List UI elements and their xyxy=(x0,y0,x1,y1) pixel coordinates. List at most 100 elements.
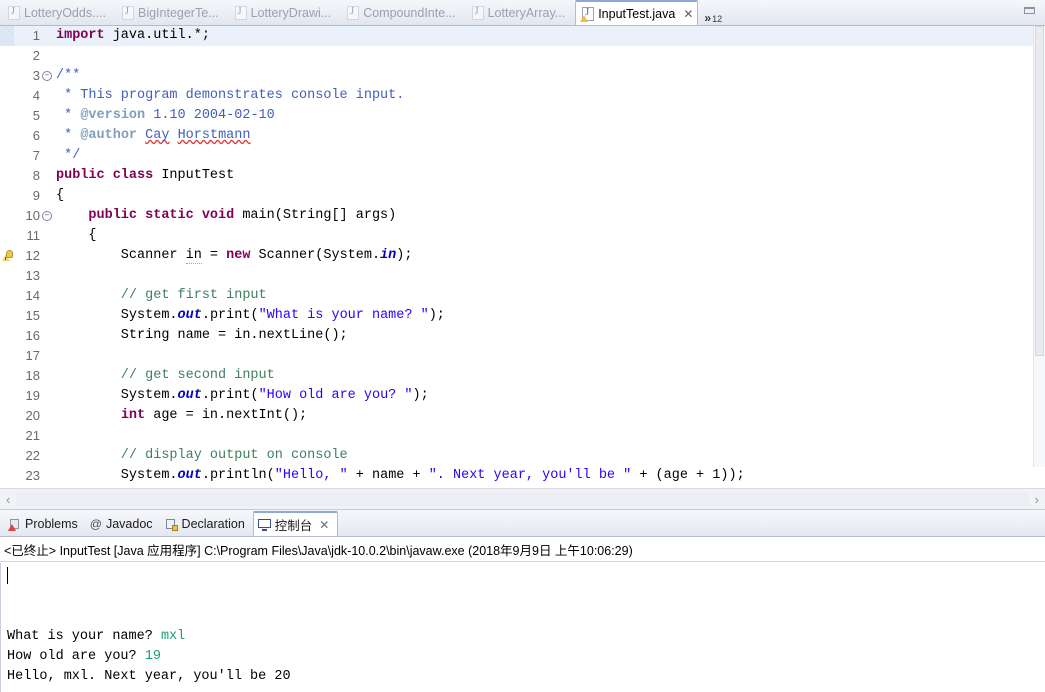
code-line[interactable]: 21 xyxy=(0,426,1033,446)
bottom-panel: Problems @ Javadoc Declaration 控制台 ✕ <已终… xyxy=(0,511,1045,692)
java-file-icon xyxy=(234,6,247,20)
fold-collapse-icon[interactable] xyxy=(42,211,52,221)
code-line[interactable]: 4 * This program demonstrates console in… xyxy=(0,86,1033,106)
console-prompt-text: Hello, mxl. Next year, you'll be 20 xyxy=(7,669,291,684)
code-token: out xyxy=(177,388,202,403)
code-token: = xyxy=(201,248,227,263)
editor-tab-label: LotteryDrawi... xyxy=(250,6,332,20)
code-editor[interactable]: 1import java.util.*;23/**4 * This progra… xyxy=(0,26,1045,488)
code-token: // get second input xyxy=(56,368,275,383)
java-file-icon xyxy=(471,6,484,20)
code-line[interactable]: 15 System.out.print("What is your name? … xyxy=(0,306,1033,326)
code-token: + (age + xyxy=(631,468,713,483)
code-line[interactable]: 7 */ xyxy=(0,146,1033,166)
code-line[interactable]: 16 String name = in.nextLine(); xyxy=(0,326,1033,346)
code-lines[interactable]: 1import java.util.*;23/**4 * This progra… xyxy=(0,26,1033,488)
code-line[interactable]: 18 // get second input xyxy=(0,366,1033,386)
line-number: 9 xyxy=(32,188,40,203)
line-number: 5 xyxy=(32,108,40,123)
java-file-icon xyxy=(121,6,134,20)
console-line: Hello, mxl. Next year, you'll be 20 xyxy=(7,667,1045,687)
code-token: age = in.nextInt(); xyxy=(145,408,308,423)
code-line[interactable]: 5 * @version 1.10 2004-02-10 xyxy=(0,106,1033,126)
code-line[interactable]: 1 import java.util.*; xyxy=(0,26,1033,46)
line-number: 6 xyxy=(32,128,40,143)
code-line[interactable]: 14 // get first input xyxy=(0,286,1033,306)
scrollbar-track[interactable] xyxy=(16,492,1029,506)
tab-overflow-count: 12 xyxy=(712,14,723,24)
bottom-tab-label: Problems xyxy=(25,517,78,531)
code-token: /** xyxy=(56,68,81,83)
scroll-left-icon[interactable]: ‹ xyxy=(6,492,10,507)
editor-vertical-scrollbar[interactable] xyxy=(1033,26,1045,467)
editor-horizontal-scrollbar[interactable]: ‹ › xyxy=(0,488,1045,509)
code-line[interactable]: 2 xyxy=(0,46,1033,66)
console-launch-info: <已终止> InputTest [Java 应用程序] C:\Program F… xyxy=(0,537,1045,562)
console-user-input: mxl xyxy=(160,629,186,644)
code-line[interactable]: 17 xyxy=(0,346,1033,366)
code-line[interactable]: 12 Scanner in = new Scanner(System.in); xyxy=(0,246,1033,266)
declaration-icon xyxy=(165,518,178,531)
code-token: // display output on console xyxy=(56,448,348,463)
code-token: System. xyxy=(56,308,178,323)
code-token: Cay xyxy=(145,128,170,143)
tab-javadoc[interactable]: @ Javadoc xyxy=(86,512,161,536)
editor-tab-lotterydrawing[interactable]: LotteryDrawi... xyxy=(229,1,342,25)
editor-tab-bigintegertest[interactable]: BigIntegerTe... xyxy=(116,1,229,25)
console-icon xyxy=(257,518,271,531)
code-line[interactable]: 13 xyxy=(0,266,1033,286)
code-token: "Hello, " xyxy=(274,468,348,483)
line-number: 19 xyxy=(25,388,40,403)
line-number: 10 xyxy=(25,208,40,223)
editor-tab-label: BigIntegerTe... xyxy=(137,6,219,20)
editor-tab-lotteryarray[interactable]: LotteryArray... xyxy=(466,1,576,25)
code-line[interactable]: 6 * @author Cay Horstmann xyxy=(0,126,1033,146)
tab-overflow-indicator[interactable]: » 12 xyxy=(704,9,722,24)
code-line[interactable]: 19 System.out.print("How old are you? ")… xyxy=(0,386,1033,406)
code-line[interactable]: 8 public class InputTest xyxy=(0,166,1033,186)
minimize-icon[interactable] xyxy=(1022,5,1037,16)
code-token: main(String[] args) xyxy=(234,208,397,223)
text-caret xyxy=(7,567,8,584)
close-icon[interactable]: ✕ xyxy=(319,518,329,532)
line-number: 3 xyxy=(32,68,40,83)
editor-area: 1import java.util.*;23/**4 * This progra… xyxy=(0,26,1045,510)
code-line[interactable]: 3 /** xyxy=(0,66,1033,86)
line-number: 23 xyxy=(25,468,40,483)
chevron-double-right-icon: » xyxy=(704,11,712,25)
editor-tab-inputtest[interactable]: InputTest.java ✕ xyxy=(575,0,699,25)
code-token: Scanner(System. xyxy=(250,248,381,263)
code-line[interactable]: 11 { xyxy=(0,226,1033,246)
tab-declaration[interactable]: Declaration xyxy=(161,512,253,536)
code-token: { xyxy=(56,188,65,203)
java-file-warning-icon xyxy=(580,6,595,22)
bottom-tab-strip: Problems @ Javadoc Declaration 控制台 ✕ xyxy=(0,511,1045,537)
code-token: .print( xyxy=(201,388,259,403)
java-file-icon xyxy=(8,6,20,20)
line-number: 14 xyxy=(25,288,40,303)
code-line[interactable]: 22 // display output on console xyxy=(0,446,1033,466)
line-number: 15 xyxy=(25,308,40,323)
line-number: 1 xyxy=(32,28,40,43)
tab-console[interactable]: 控制台 ✕ xyxy=(252,511,339,536)
console-output[interactable]: What is your name? mxl How old are you? 1… xyxy=(0,563,1045,692)
java-file-icon xyxy=(347,6,360,20)
scroll-right-icon[interactable]: › xyxy=(1035,492,1039,507)
code-token: public static void xyxy=(88,208,235,223)
code-line[interactable]: 10 public static void main(String[] args… xyxy=(0,206,1033,226)
editor-tab-compoundinterest[interactable]: CompoundInte... xyxy=(341,1,465,25)
editor-tab-lotteryodds[interactable]: LotteryOdds.... xyxy=(2,1,116,25)
scrollbar-thumb[interactable] xyxy=(1035,26,1044,356)
console-line: How old are you? 19 xyxy=(7,647,1045,667)
tab-problems[interactable]: Problems xyxy=(4,512,86,536)
code-line[interactable]: 9{ xyxy=(0,186,1033,206)
close-icon[interactable]: ✕ xyxy=(683,8,693,20)
console-prompt-text: How old are you? xyxy=(7,649,145,664)
code-token: Horstmann xyxy=(177,128,251,143)
code-token: in xyxy=(185,248,202,264)
code-line[interactable]: 23 System.out.println("Hello, " + name +… xyxy=(0,466,1033,486)
code-line[interactable]: 20 int age = in.nextInt(); xyxy=(0,406,1033,426)
fold-collapse-icon[interactable] xyxy=(42,71,52,81)
